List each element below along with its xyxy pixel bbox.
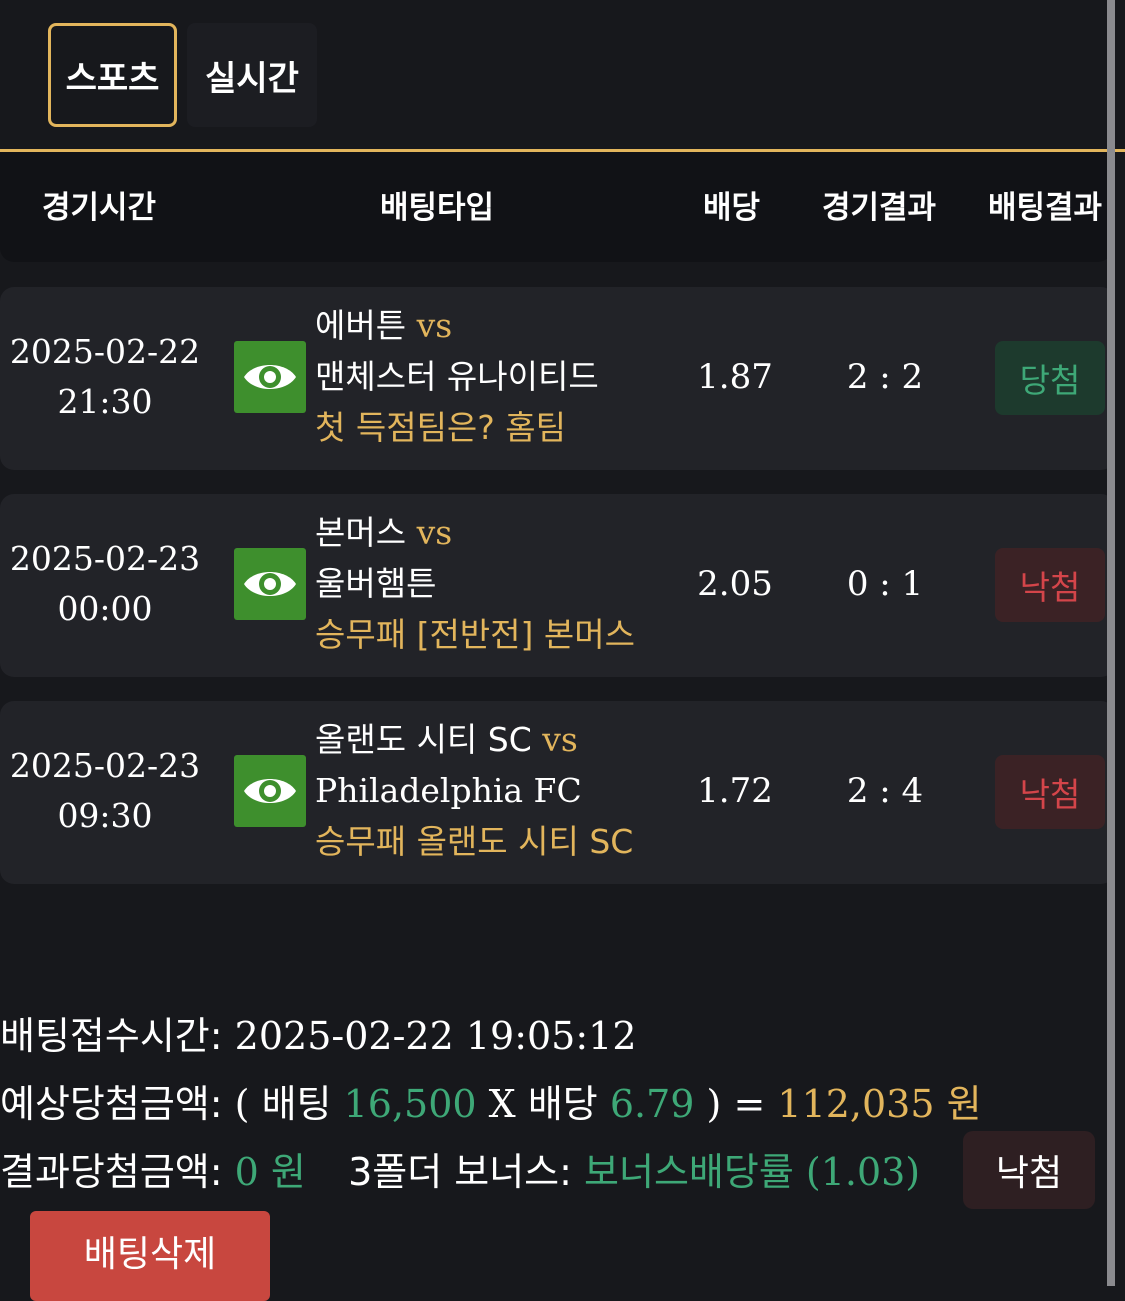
received-value: 2025-02-22 19:05:12 [234, 1014, 637, 1058]
match-score: 2 : 4 [846, 771, 924, 811]
match-clock: 00:00 [57, 589, 153, 628]
view-button[interactable] [234, 341, 306, 413]
match-info: 본머스 vs 울버햄튼 승무패 [전반전] 본머스 [315, 507, 635, 660]
bet-status-button[interactable]: 낙첨 [963, 1131, 1095, 1209]
bonus-label: 3폴더 보너스: [348, 1150, 572, 1194]
eye-icon [244, 365, 296, 389]
match-score: 2 : 2 [846, 357, 924, 397]
delete-bet-button[interactable]: 배팅삭제 [30, 1211, 270, 1301]
bonus-value: 보너스배당률 (1.03) [584, 1150, 921, 1194]
away-team: 울버햄튼 [315, 564, 437, 603]
total-odds: 6.79 [609, 1082, 695, 1126]
header-time: 경기시간 [42, 189, 157, 226]
bet-row: 2025-02-23 09:30 올랜도 시티 SC vs Philadelph… [0, 701, 1115, 884]
match-time: 2025-02-23 00:00 [0, 534, 210, 634]
match-date: 2025-02-23 [9, 539, 201, 578]
vs-label: vs [416, 513, 453, 552]
bet-pick: 승무패 [전반전] 본머스 [315, 615, 635, 654]
odds-word: 배당 [527, 1082, 598, 1126]
match-info: 에버튼 vs 맨체스터 유나이티드 첫 득점팀은? 홈팀 [315, 300, 599, 453]
expected-win-line: 예상당첨금액: ( 배팅 16,500 X 배당 6.79 ) = 112,03… [0, 1073, 982, 1128]
result-label: 결과당첨금액: [0, 1150, 223, 1194]
tab-sports[interactable]: 스포츠 [48, 23, 177, 127]
home-team: 올랜도 시티 SC [315, 720, 532, 759]
bet-received-line: 배팅접수시간: 2025-02-22 19:05:12 [0, 1005, 637, 1060]
view-button[interactable] [234, 548, 306, 620]
result-badge: 낙첨 [995, 548, 1105, 622]
times-sign: X [488, 1082, 516, 1126]
match-date: 2025-02-22 [9, 332, 201, 371]
odds-value: 2.05 [697, 564, 773, 604]
scrollbar[interactable] [1107, 0, 1115, 1286]
bet-word: 배팅 [261, 1082, 332, 1126]
category-tabs: 스포츠 실시간 [48, 23, 317, 127]
match-score: 0 : 1 [846, 564, 924, 604]
close-equals: ) = [706, 1082, 766, 1126]
table-header: 경기시간 배팅타입 배당 경기결과 배팅결과 [0, 152, 1112, 262]
bet-row: 2025-02-23 00:00 본머스 vs 울버햄튼 승무패 [전반전] 본… [0, 494, 1115, 677]
eye-icon [244, 572, 296, 596]
received-label: 배팅접수시간: [0, 1014, 223, 1058]
view-button[interactable] [234, 755, 306, 827]
tab-live[interactable]: 실시간 [187, 23, 317, 127]
vs-label: vs [542, 720, 578, 759]
odds-value: 1.72 [697, 771, 773, 811]
result-badge: 낙첨 [995, 755, 1105, 829]
header-bet-type: 배팅타입 [380, 189, 495, 226]
home-team: 본머스 [315, 513, 407, 552]
match-time: 2025-02-23 09:30 [0, 741, 210, 841]
bet-pick: 첫 득점팀은? 홈팀 [315, 408, 567, 447]
result-win-line: 결과당첨금액: 0 원 3폴더 보너스: 보너스배당률 (1.03) [0, 1141, 920, 1196]
match-clock: 09:30 [57, 796, 153, 835]
home-team: 에버튼 [315, 306, 407, 345]
eye-icon [244, 779, 296, 803]
odds-value: 1.87 [697, 357, 773, 397]
match-date: 2025-02-23 [9, 746, 201, 785]
header-odds: 배당 [703, 189, 761, 226]
open-paren: ( [234, 1082, 250, 1126]
result-amount: 0 원 [234, 1150, 306, 1194]
expected-amount: 112,035 원 [777, 1082, 982, 1126]
match-info: 올랜도 시티 SC vs Philadelphia FC 승무패 올랜도 시티 … [315, 714, 633, 867]
away-team: Philadelphia FC [315, 771, 582, 810]
expected-label: 예상당첨금액: [0, 1082, 223, 1126]
away-team: 맨체스터 유나이티드 [315, 357, 599, 396]
bet-pick: 승무패 올랜도 시티 SC [315, 822, 634, 861]
header-match-result: 경기결과 [822, 189, 937, 226]
header-bet-result: 배팅결과 [988, 189, 1103, 226]
vs-label: vs [416, 306, 453, 345]
result-badge: 당첨 [995, 341, 1105, 415]
match-clock: 21:30 [57, 382, 153, 421]
bet-row: 2025-02-22 21:30 에버튼 vs 맨체스터 유나이티드 첫 득점팀… [0, 287, 1115, 470]
match-time: 2025-02-22 21:30 [0, 327, 210, 427]
bet-amount: 16,500 [343, 1082, 477, 1126]
